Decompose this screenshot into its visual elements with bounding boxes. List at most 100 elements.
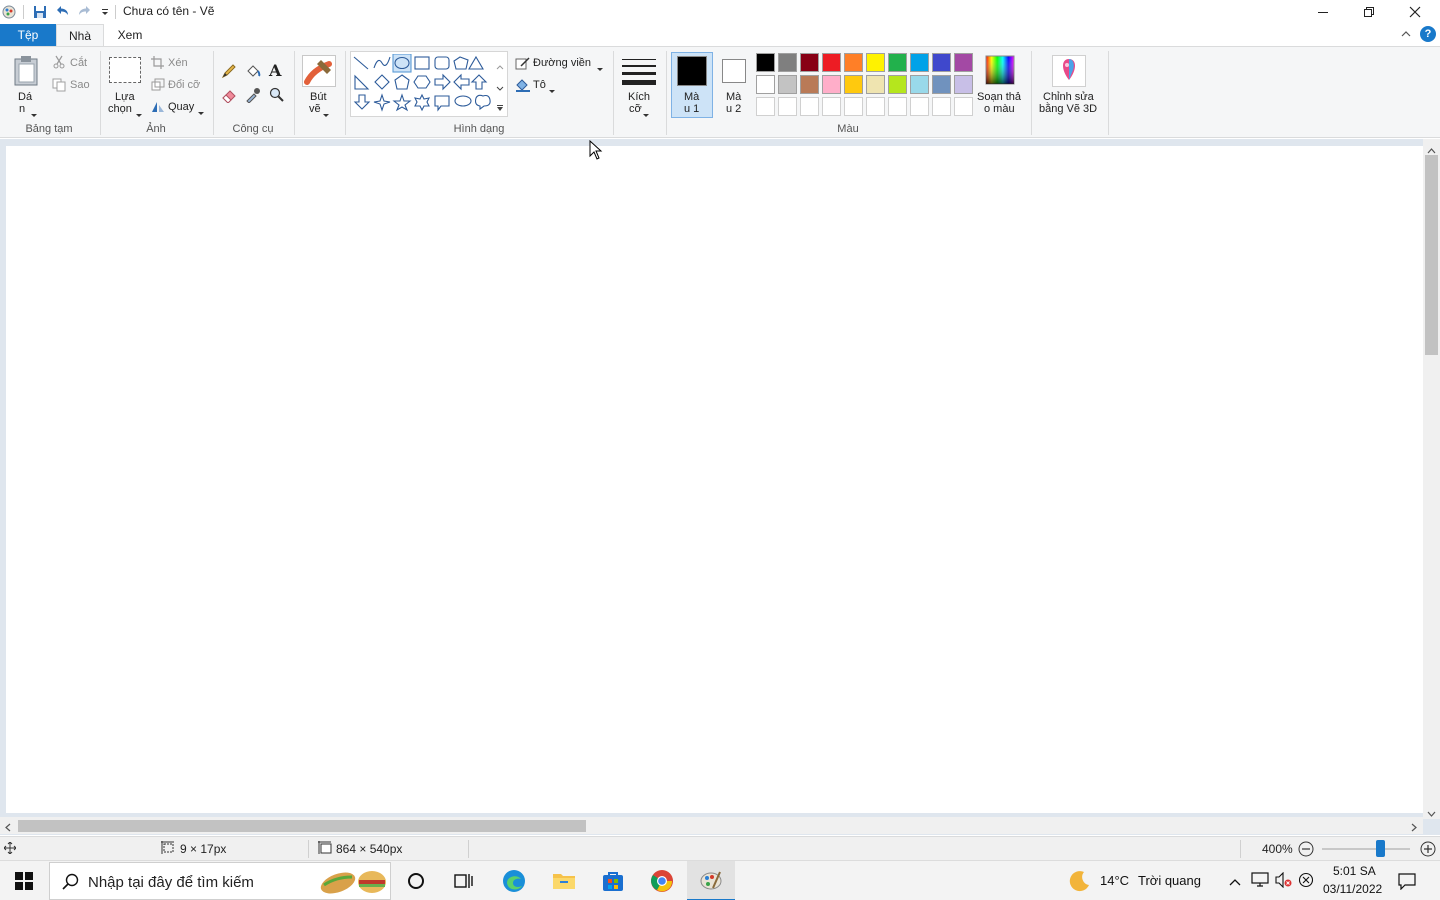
palette-custom-swatch[interactable] [756, 97, 775, 116]
file-explorer-taskbar-button[interactable] [540, 861, 588, 900]
crop-button[interactable]: Xén [168, 57, 188, 69]
size-button-label[interactable]: Kích [628, 91, 650, 103]
palette-custom-swatch[interactable] [822, 97, 841, 116]
palette-color-swatch[interactable] [756, 75, 775, 94]
paint3d-label[interactable]: Chỉnh sửa [1043, 91, 1094, 103]
palette-custom-swatch[interactable] [844, 97, 863, 116]
palette-color-swatch[interactable] [778, 75, 797, 94]
palette-color-swatch[interactable] [910, 53, 929, 72]
brushes-button-label-2[interactable]: vẽ [309, 103, 321, 115]
close-button[interactable] [1392, 0, 1438, 24]
outline-dropdown-icon[interactable] [597, 61, 603, 75]
palette-color-swatch[interactable] [910, 75, 929, 94]
zoom-slider-track[interactable] [1322, 848, 1410, 850]
weather-condition[interactable]: Trời quang [1138, 873, 1201, 888]
weather-moon-icon[interactable] [1068, 869, 1092, 896]
cortana-button[interactable] [392, 861, 440, 900]
pencil-icon[interactable] [221, 63, 237, 82]
color-picker-icon[interactable] [245, 87, 261, 106]
notification-error-icon[interactable] [1298, 872, 1314, 891]
palette-color-swatch[interactable] [954, 53, 973, 72]
palette-custom-swatch[interactable] [954, 97, 973, 116]
palette-color-swatch[interactable] [844, 75, 863, 94]
rotate-icon[interactable] [151, 100, 165, 116]
palette-color-swatch[interactable] [888, 53, 907, 72]
store-taskbar-button[interactable] [589, 861, 637, 900]
palette-color-swatch[interactable] [932, 75, 951, 94]
clock-time[interactable]: 5:01 SA [1333, 864, 1376, 878]
rotate-button[interactable]: Quay [168, 101, 194, 113]
scroll-right-icon[interactable] [1411, 821, 1417, 835]
brush-icon[interactable] [302, 55, 336, 87]
palette-color-swatch[interactable] [844, 53, 863, 72]
shapes-scroll-up-icon[interactable] [496, 59, 504, 73]
shapes-scroll-down-icon[interactable] [496, 81, 504, 95]
paste-button-label[interactable]: Dá [18, 91, 32, 103]
color2-label-2[interactable]: u 2 [726, 103, 741, 115]
copy-icon[interactable] [52, 78, 66, 95]
undo-icon[interactable] [54, 4, 70, 20]
scroll-left-icon[interactable] [5, 821, 11, 835]
palette-custom-swatch[interactable] [866, 97, 885, 116]
palette-color-swatch[interactable] [756, 53, 775, 72]
palette-color-swatch[interactable] [778, 53, 797, 72]
palette-custom-swatch[interactable] [932, 97, 951, 116]
paint3d-label-2[interactable]: bằng Vẽ 3D [1039, 103, 1097, 115]
zoom-in-icon[interactable] [1420, 841, 1436, 860]
action-center-icon[interactable] [1398, 872, 1416, 893]
task-view-button[interactable] [440, 861, 488, 900]
drawing-canvas[interactable] [6, 146, 1423, 813]
paste-icon[interactable] [12, 55, 42, 90]
weather-temperature[interactable]: 14°C [1100, 873, 1129, 888]
magnifier-icon[interactable] [269, 87, 285, 106]
brushes-dropdown-icon[interactable] [323, 107, 329, 121]
edge-taskbar-button[interactable] [490, 861, 538, 900]
network-icon[interactable] [1251, 872, 1269, 891]
palette-custom-swatch[interactable] [888, 97, 907, 116]
shapes-expand-icon[interactable] [496, 101, 504, 115]
horizontal-scroll-thumb[interactable] [18, 820, 586, 832]
resize-button[interactable]: Đổi cỡ [168, 79, 200, 91]
size-icon[interactable] [621, 57, 657, 88]
paste-dropdown-icon[interactable] [31, 107, 37, 121]
palette-custom-swatch[interactable] [800, 97, 819, 116]
outline-button[interactable]: Đường viền [533, 57, 591, 69]
size-button-label-2[interactable]: cỡ [629, 103, 642, 115]
show-hidden-icons-icon[interactable] [1229, 875, 1241, 889]
palette-color-swatch[interactable] [954, 75, 973, 94]
size-dropdown-icon[interactable] [643, 107, 649, 121]
cut-button[interactable]: Cắt [70, 57, 87, 69]
select-button-label[interactable]: Lựa [115, 91, 135, 103]
palette-color-swatch[interactable] [866, 75, 885, 94]
fill-dropdown-icon[interactable] [549, 83, 555, 97]
select-icon[interactable] [109, 57, 141, 83]
shapes-gallery-icons[interactable] [352, 54, 502, 116]
select-button-label-2[interactable]: chọn [108, 103, 132, 115]
tab-file[interactable]: Tệp [0, 24, 56, 46]
minimize-button[interactable] [1300, 0, 1346, 24]
fill-icon[interactable] [515, 78, 531, 95]
taskbar-search-box[interactable]: Nhập tại đây để tìm kiếm [49, 862, 391, 900]
scroll-up-icon[interactable] [1427, 143, 1436, 157]
collapse-ribbon-icon[interactable] [1400, 28, 1412, 43]
eraser-icon[interactable] [221, 87, 237, 106]
edit-colors-label[interactable]: Soạn thả [977, 91, 1021, 103]
vertical-scroll-thumb[interactable] [1425, 155, 1438, 355]
palette-color-swatch[interactable] [822, 53, 841, 72]
color2-swatch[interactable] [722, 59, 746, 83]
rotate-dropdown-icon[interactable] [198, 105, 204, 119]
customize-toolbar-icon[interactable] [97, 4, 113, 20]
help-icon[interactable]: ? [1420, 26, 1436, 42]
copy-button[interactable]: Sao [70, 79, 90, 91]
palette-color-swatch[interactable] [822, 75, 841, 94]
resize-icon[interactable] [151, 78, 165, 94]
paint-app-icon[interactable] [1, 4, 17, 20]
zoom-out-icon[interactable] [1298, 841, 1314, 860]
fill-button[interactable]: Tô [533, 79, 546, 91]
paint3d-icon[interactable] [1052, 55, 1086, 87]
outline-icon[interactable] [515, 56, 531, 73]
save-icon[interactable] [32, 4, 48, 20]
palette-color-swatch[interactable] [866, 53, 885, 72]
palette-color-swatch[interactable] [932, 53, 951, 72]
volume-muted-icon[interactable] [1275, 871, 1293, 891]
